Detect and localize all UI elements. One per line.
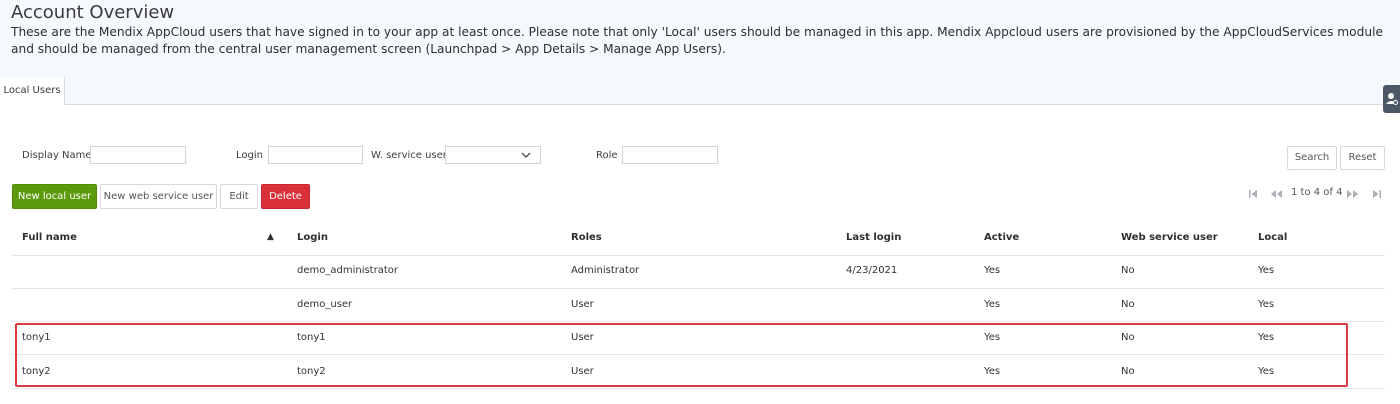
row-divider [11,288,1385,289]
previous-page-icon[interactable] [1270,187,1283,201]
delete-button[interactable]: Delete [261,184,310,209]
column-header-active[interactable]: Active [984,232,1019,243]
user-settings-button[interactable] [1383,85,1400,113]
last-page-icon[interactable] [1372,187,1382,201]
column-header-web-service-user[interactable]: Web service user [1121,232,1218,243]
cell-login: demo_user [297,299,353,310]
column-header-last-login[interactable]: Last login [846,232,901,243]
chevron-down-icon [521,152,531,158]
user-settings-icon [1386,93,1398,105]
edit-button[interactable]: Edit [220,184,258,209]
tab-local-users[interactable]: Local Users [0,77,65,105]
new-web-service-user-button[interactable]: New web service user [100,184,217,209]
row-divider [11,388,1385,389]
table-header-divider [11,255,1385,256]
page-description: These are the Mendix AppCloud users that… [11,25,1383,56]
cell-roles: User [571,299,594,310]
login-input[interactable] [268,146,363,164]
column-header-local[interactable]: Local [1258,232,1287,243]
role-label: Role [596,150,618,161]
display-name-label: Display Name [22,150,92,161]
pagination-text: 1 to 4 of 4 [1291,187,1343,198]
column-header-roles[interactable]: Roles [571,232,602,243]
cell-login: demo_administrator [297,265,398,276]
cell-web-service-user: No [1121,299,1135,310]
next-page-icon[interactable] [1346,187,1359,201]
service-user-label: W. service user [371,150,447,161]
tab-strip: Local Users [0,77,1400,105]
cell-web-service-user: No [1121,265,1135,276]
cell-local: Yes [1258,265,1275,276]
cell-last-login: 4/23/2021 [846,265,898,276]
cell-roles: Administrator [571,265,640,276]
new-local-user-button[interactable]: New local user [12,184,97,209]
reset-button[interactable]: Reset [1340,146,1385,170]
role-input[interactable] [622,146,718,164]
column-header-full-name[interactable]: Full name [22,232,77,243]
column-header-login[interactable]: Login [297,232,328,243]
cell-active: Yes [984,299,1001,310]
cell-local: Yes [1258,299,1275,310]
display-name-input[interactable] [90,146,186,164]
first-page-icon[interactable] [1248,187,1258,201]
service-user-select[interactable] [445,146,541,164]
cell-active: Yes [984,265,1001,276]
login-label: Login [236,150,263,161]
row-divider [11,321,1385,322]
highlight-box [15,323,1348,387]
sort-ascending-icon[interactable]: ▲ [267,232,274,242]
search-button[interactable]: Search [1287,146,1337,170]
page-title: Account Overview [11,2,175,23]
